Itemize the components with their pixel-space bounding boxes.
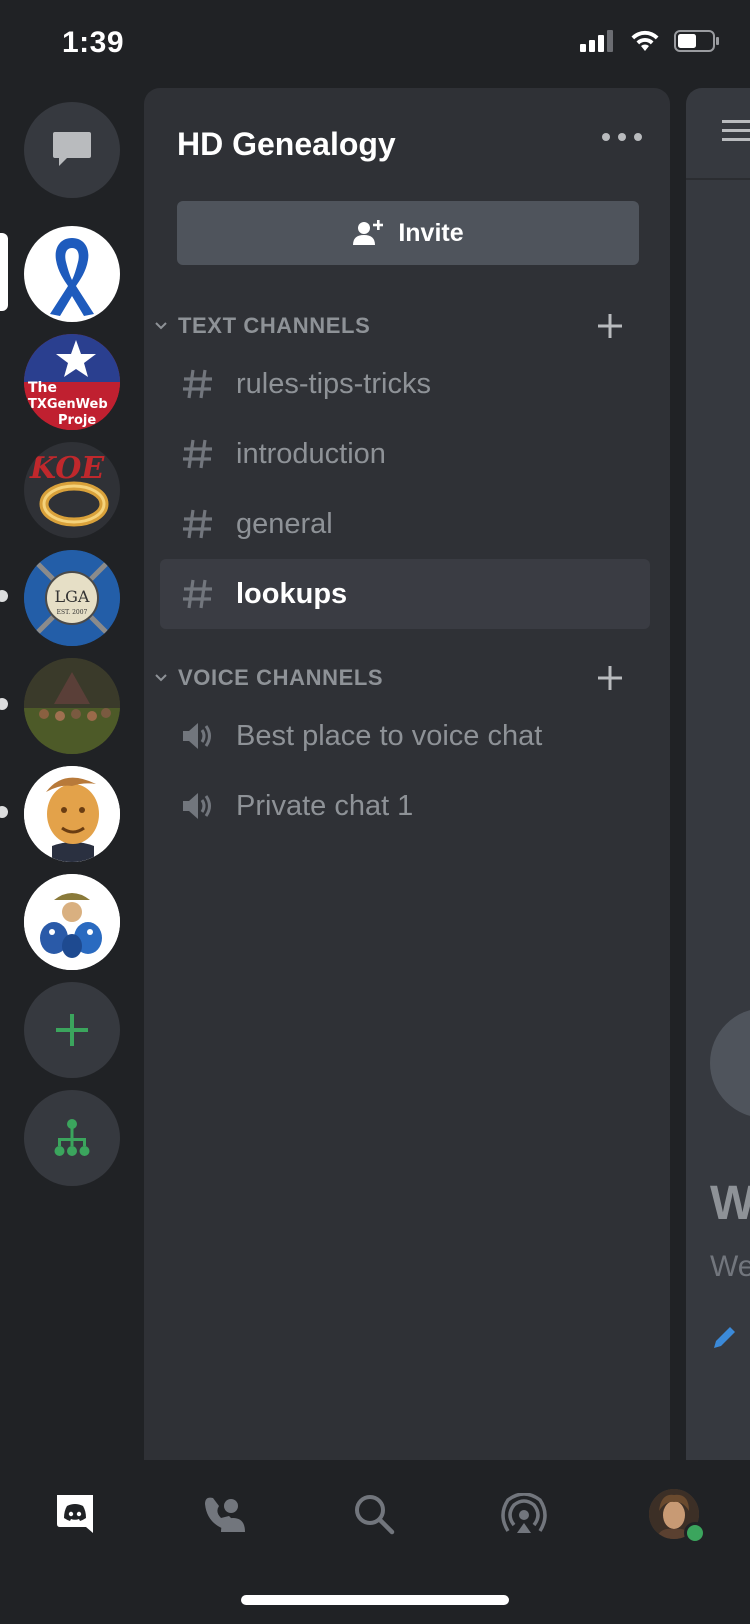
welcome-heading-fragment: W	[710, 1177, 750, 1230]
nav-mentions[interactable]	[496, 1486, 552, 1542]
chat-header	[686, 88, 750, 180]
nav-friends[interactable]	[196, 1486, 252, 1542]
home-indicator[interactable]	[241, 1595, 509, 1605]
blue-ribbon-icon	[50, 238, 94, 316]
server-icon-blue-ribbon[interactable]	[24, 226, 120, 322]
hashtag-icon	[178, 438, 218, 470]
chevron-down-icon	[154, 322, 168, 330]
channel-general[interactable]: general	[160, 489, 650, 559]
plus-icon	[56, 1014, 88, 1046]
server-icon-forest-gathering[interactable]	[24, 658, 120, 754]
hamburger-menu-icon[interactable]	[722, 118, 750, 144]
speaker-icon	[178, 721, 218, 751]
nav-profile[interactable]	[646, 1486, 706, 1544]
channel-welcome-icon	[710, 1008, 750, 1118]
cookie-face-icon	[24, 766, 120, 862]
chevron-down-icon	[154, 674, 168, 682]
svg-text:TXGenWeb: TXGenWeb	[28, 397, 108, 412]
svg-text:The: The	[28, 380, 57, 396]
svg-text:Proje: Proje	[58, 413, 96, 428]
selected-server-indicator	[0, 233, 8, 311]
channel-panel: HD Genealogy Invite TEXT CHANNELS rules-…	[144, 88, 670, 1460]
wifi-icon	[631, 30, 659, 51]
nav-home[interactable]	[48, 1486, 104, 1542]
server-icon-lga[interactable]: LGA EST. 2007	[24, 550, 120, 646]
voice-channel-private-chat[interactable]: Private chat 1	[160, 771, 650, 841]
channel-rules-tips-tricks[interactable]: rules-tips-tricks	[160, 349, 650, 419]
channel-name: Best place to voice chat	[236, 719, 543, 752]
add-server-button[interactable]	[24, 982, 120, 1078]
server-icon-txgenweb[interactable]: The TXGenWeb Proje	[24, 334, 120, 430]
server-options-button[interactable]	[602, 122, 642, 152]
channel-name: lookups	[236, 577, 348, 610]
broadcast-icon	[501, 1493, 547, 1533]
lga-emblem-icon: LGA EST. 2007	[24, 550, 120, 646]
category-label: VOICE CHANNELS	[178, 665, 384, 690]
unread-indicator	[0, 590, 8, 602]
welcome-text-fragment: We	[710, 1250, 750, 1283]
explore-servers-button[interactable]	[24, 1090, 120, 1186]
chat-panel-peek[interactable]: W We	[686, 88, 750, 1460]
friends-icon	[205, 1497, 245, 1532]
hashtag-icon	[178, 368, 218, 400]
add-channel-icon[interactable]	[596, 312, 624, 340]
channel-name: general	[236, 507, 333, 540]
hashtag-icon	[178, 578, 218, 610]
status-bar: 1:39	[0, 0, 750, 88]
pencil-icon[interactable]	[710, 1324, 738, 1352]
more-dot	[602, 133, 610, 141]
channel-name: introduction	[236, 437, 386, 470]
category-label: TEXT CHANNELS	[178, 313, 371, 338]
invite-button[interactable]: Invite	[177, 201, 639, 265]
server-rail: The TXGenWeb Proje KOE LGA EST. 2007	[0, 88, 142, 1460]
discord-logo-icon	[57, 1495, 93, 1533]
unread-indicator	[0, 698, 8, 710]
svg-text:LGA: LGA	[55, 587, 90, 606]
status-time: 1:39	[62, 26, 125, 59]
voice-channel-best-place[interactable]: Best place to voice chat	[160, 701, 650, 771]
koe-ring-icon: KOE	[29, 451, 109, 527]
channel-name: Private chat 1	[236, 789, 414, 822]
server-icon-koe[interactable]: KOE	[24, 442, 120, 538]
more-dot	[634, 133, 642, 141]
server-icon-blue-birds[interactable]	[24, 874, 120, 970]
invite-label: Invite	[398, 218, 464, 247]
speaker-icon	[178, 791, 218, 821]
texas-flag-icon: The TXGenWeb Proje	[24, 334, 120, 430]
nav-search[interactable]	[346, 1486, 402, 1542]
more-dot	[618, 133, 626, 141]
forest-scene-icon	[24, 658, 120, 754]
search-icon	[355, 1495, 395, 1535]
direct-messages-button[interactable]	[24, 102, 120, 198]
add-user-icon	[353, 220, 384, 245]
hierarchy-icon	[54, 1119, 90, 1156]
channel-lookups[interactable]: lookups	[160, 559, 650, 629]
status-icons	[580, 30, 720, 52]
chat-bubble-icon	[53, 132, 91, 166]
channel-introduction[interactable]: introduction	[160, 419, 650, 489]
blue-birds-icon	[24, 874, 120, 970]
server-name[interactable]: HD Genealogy	[177, 126, 396, 163]
hashtag-icon	[178, 508, 218, 540]
server-icon-cookie-face[interactable]	[24, 766, 120, 862]
svg-text:KOE: KOE	[29, 451, 105, 486]
add-channel-icon[interactable]	[596, 664, 624, 692]
category-voice-channels[interactable]: VOICE CHANNELS	[154, 658, 644, 698]
svg-text:EST. 2007: EST. 2007	[57, 609, 88, 616]
battery-icon	[674, 30, 719, 52]
category-text-channels[interactable]: TEXT CHANNELS	[154, 306, 644, 346]
cellular-signal-icon	[580, 30, 613, 52]
online-status-badge	[684, 1522, 706, 1544]
channel-name: rules-tips-tricks	[236, 367, 431, 400]
unread-indicator	[0, 806, 8, 818]
